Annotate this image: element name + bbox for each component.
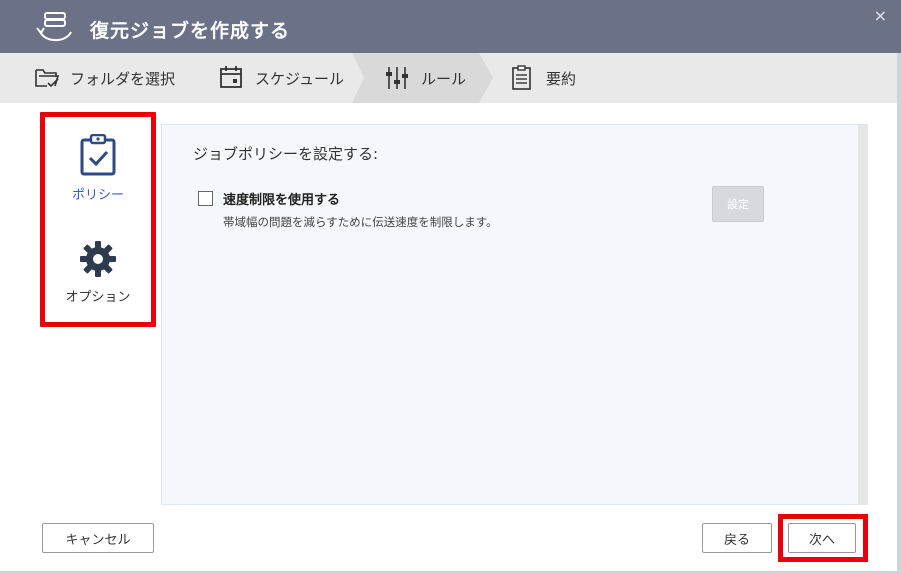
clipboard-check-icon: [80, 133, 116, 176]
step-bar: フォルダを選択 スケジュール ルール 要約: [0, 53, 897, 103]
step-label: スケジュール: [255, 69, 344, 88]
step-select-folder: フォルダを選択: [34, 53, 175, 103]
nav-label: オプション: [65, 290, 131, 305]
speed-limit-label[interactable]: 速度制限を使用する: [223, 189, 340, 208]
panel-heading: ジョブポリシーを設定する:: [193, 145, 379, 163]
policy-panel: ジョブポリシーを設定する: 速度制限を使用する 帯域幅の問題を減らすために伝送速…: [161, 124, 859, 505]
step-label: フォルダを選択: [70, 69, 176, 88]
nav-item-options[interactable]: オプション: [45, 240, 151, 305]
title-bar: 復元ジョブを作成する ×: [0, 0, 901, 53]
restore-storage-icon: [36, 12, 72, 42]
step-summary: 要約: [510, 53, 576, 103]
step-rules: ルール: [385, 53, 466, 103]
nav-label: ポリシー: [71, 188, 124, 203]
window-border: [897, 53, 901, 574]
window-title: 復元ジョブを作成する: [90, 20, 291, 42]
gear-icon: [80, 241, 116, 277]
clipboard-list-icon: [512, 65, 531, 90]
left-nav: ポリシー オプション: [40, 112, 156, 327]
sliders-icon: [386, 67, 408, 89]
step-label: ルール: [421, 69, 467, 88]
speed-limit-settings-button[interactable]: 設定: [712, 186, 764, 222]
calendar-icon: [220, 66, 242, 88]
cancel-button[interactable]: キャンセル: [42, 523, 154, 553]
next-button[interactable]: 次へ: [788, 523, 856, 553]
folder-check-icon: [35, 69, 60, 88]
close-icon[interactable]: ×: [874, 6, 887, 25]
back-button[interactable]: 戻る: [702, 523, 772, 553]
step-schedule: スケジュール: [219, 53, 344, 103]
speed-limit-description: 帯域幅の問題を減らすために伝送速度を制限します。: [223, 215, 498, 229]
nav-item-policy[interactable]: ポリシー: [45, 133, 151, 203]
panel-scrollbar[interactable]: [858, 124, 868, 505]
speed-limit-checkbox[interactable]: [198, 191, 213, 206]
step-label: 要約: [546, 69, 577, 88]
